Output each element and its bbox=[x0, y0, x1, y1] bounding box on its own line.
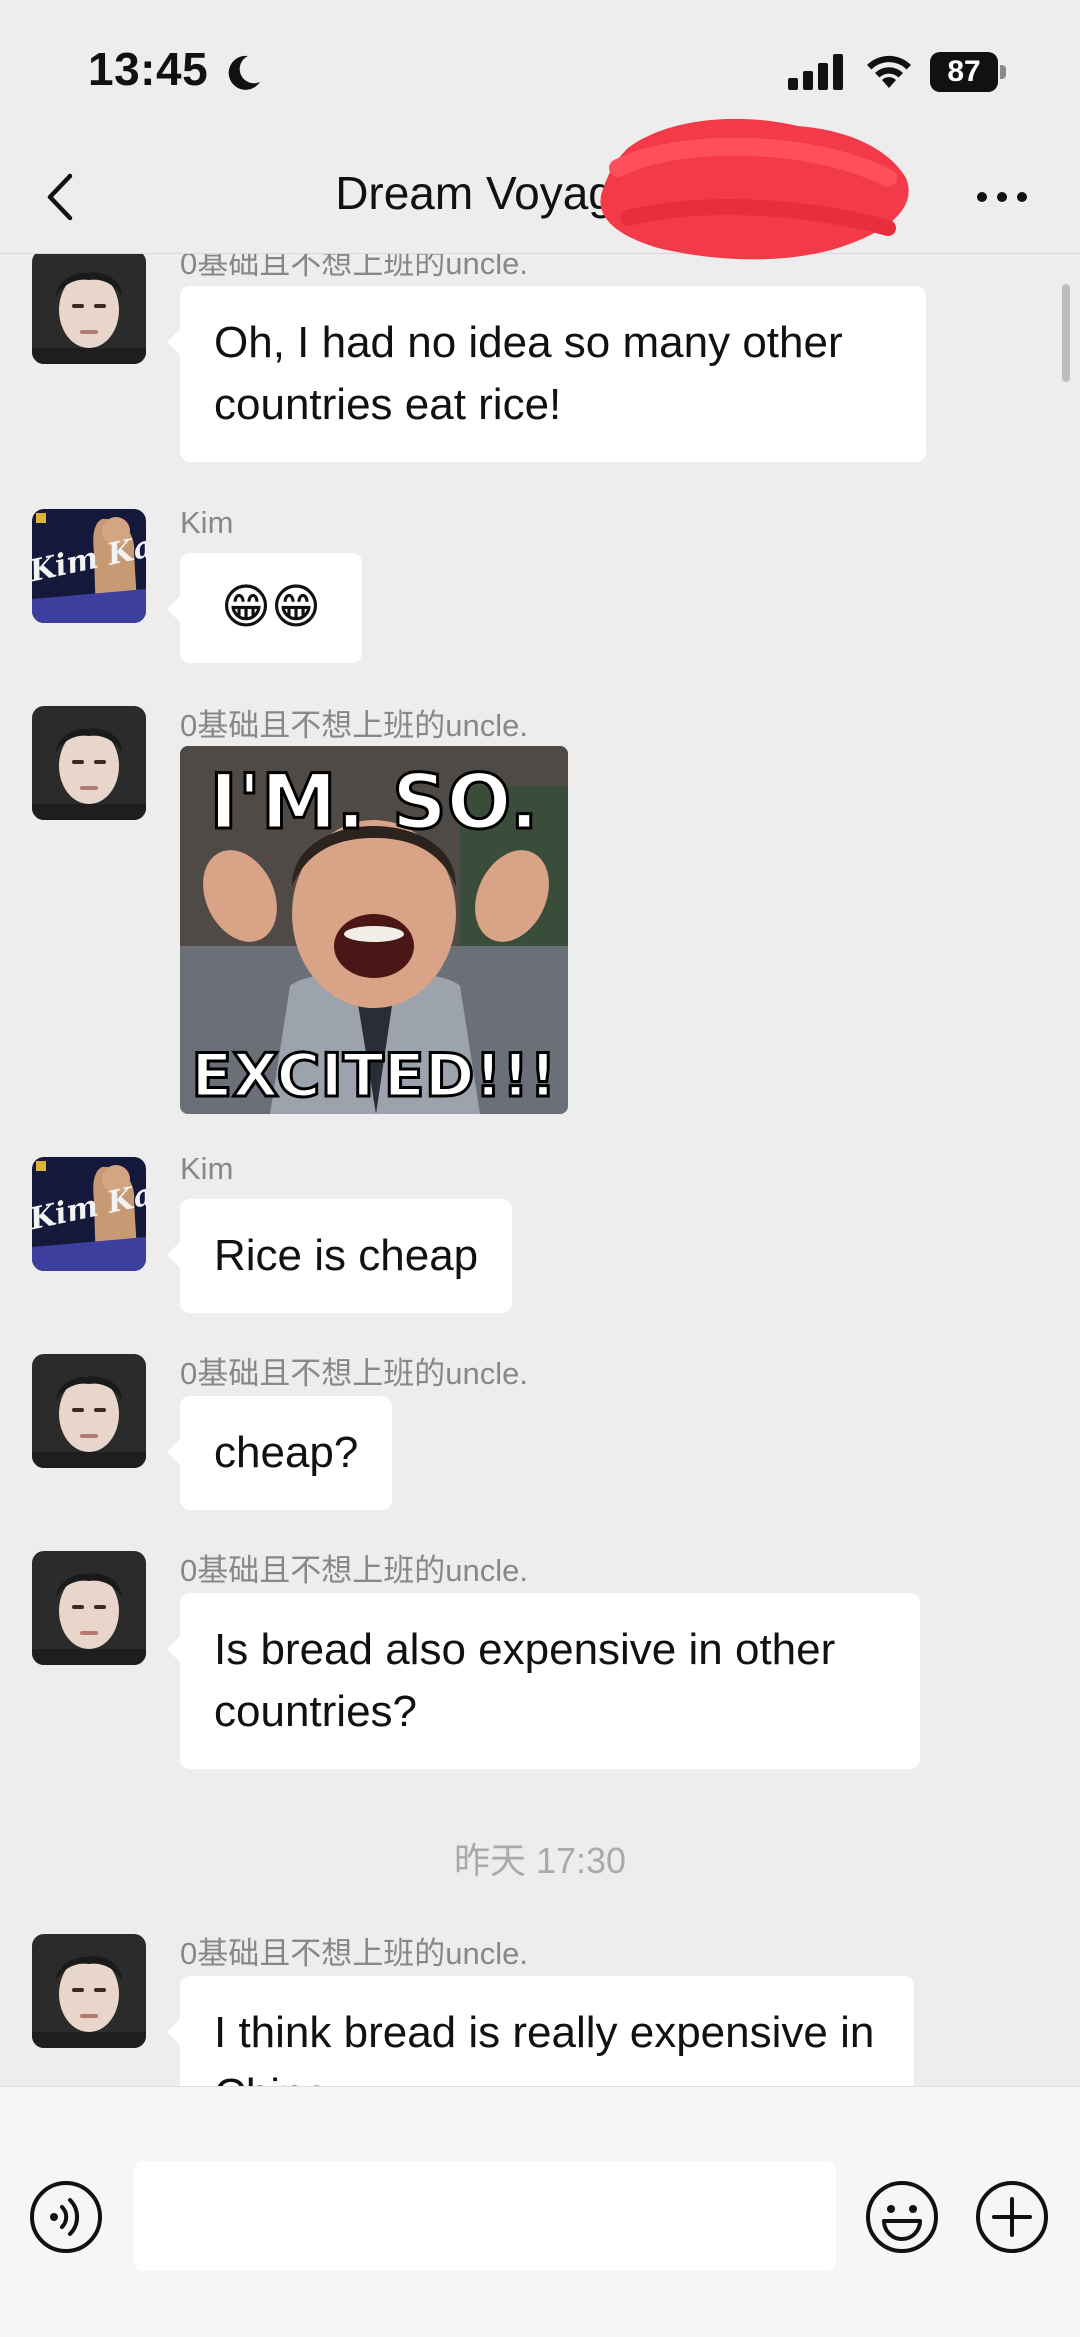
scrollbar[interactable] bbox=[1062, 284, 1070, 382]
avatar[interactable]: Kim Ka bbox=[32, 509, 146, 623]
battery-level: 87 bbox=[930, 52, 998, 92]
chat-title-wrap: Dream Voyager bbox=[0, 166, 1080, 220]
message-bubble[interactable]: Oh, I had no idea so many other countrie… bbox=[167, 286, 926, 462]
message-list[interactable]: 0基础且不想上班的uncle. Oh, I had no idea so man… bbox=[0, 254, 1080, 2086]
sender-name: 0基础且不想上班的uncle. bbox=[180, 1356, 528, 1391]
avatar[interactable] bbox=[32, 1934, 146, 2048]
input-bar bbox=[0, 2086, 1080, 2337]
redaction-scribble bbox=[600, 118, 909, 260]
sender-name: Kim bbox=[180, 505, 234, 540]
message-bubble[interactable]: 😁😁 bbox=[167, 553, 362, 663]
more-icon[interactable] bbox=[974, 182, 1030, 212]
sender-name: 0基础且不想上班的uncle. bbox=[180, 254, 528, 281]
message-input[interactable] bbox=[134, 2161, 836, 2271]
avatar[interactable] bbox=[32, 254, 146, 364]
status-time: 13:45 bbox=[88, 43, 209, 95]
nav-bar: Dream Voyager bbox=[0, 118, 1080, 260]
message-bubble[interactable]: Rice is cheap bbox=[166, 1199, 513, 1313]
chat-screen: 13:45 87 Dream Voyager 0基础且不想上班的uncle. O… bbox=[0, 0, 1080, 2337]
sender-name: 0基础且不想上班的uncle. bbox=[180, 708, 528, 743]
message-bubble[interactable]: I think bread is really expensive in Chi… bbox=[167, 1976, 914, 2086]
sticker-image[interactable]: I'M. SO. EXCITED!!! bbox=[180, 746, 568, 1114]
message-bubble[interactable]: Is bread also expensive in other countri… bbox=[167, 1593, 920, 1769]
voice-icon[interactable] bbox=[28, 2179, 104, 2255]
status-bar: 13:45 87 bbox=[0, 0, 1080, 140]
moon-icon bbox=[228, 55, 260, 90]
sender-name: Kim bbox=[180, 1151, 234, 1186]
sender-name: 0基础且不想上班的uncle. bbox=[180, 1936, 528, 1971]
avatar[interactable] bbox=[32, 1551, 146, 1665]
avatar[interactable] bbox=[32, 1354, 146, 1468]
emoji-icon[interactable] bbox=[864, 2179, 940, 2255]
signal-icon bbox=[788, 54, 843, 90]
sticker-caption-bottom: EXCITED!!! bbox=[191, 1041, 556, 1111]
sender-name: 0基础且不想上班的uncle. bbox=[180, 1553, 528, 1588]
plus-icon[interactable] bbox=[974, 2179, 1050, 2255]
sticker-caption-top: I'M. SO. bbox=[209, 757, 538, 846]
message-bubble[interactable]: cheap? bbox=[166, 1396, 393, 1510]
wifi-icon bbox=[867, 55, 911, 88]
avatar[interactable]: Kim Ka bbox=[32, 1157, 146, 1271]
battery-indicator: 87 bbox=[930, 52, 1006, 92]
avatar[interactable] bbox=[32, 706, 146, 820]
battery-cap bbox=[1000, 65, 1006, 79]
timestamp-divider: 昨天 17:30 bbox=[453, 1840, 627, 1881]
